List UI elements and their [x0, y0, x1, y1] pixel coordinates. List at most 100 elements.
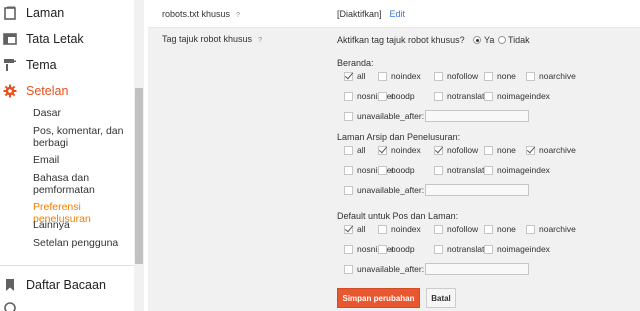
robot-header-tags-panel: Tag tajuk robot khusus? Aktifkan tag taj… — [148, 28, 640, 311]
paint-roller-icon — [4, 59, 16, 71]
checkbox-label: nofollow — [447, 71, 479, 81]
checkbox-none[interactable] — [484, 225, 493, 234]
robot-tags-label: Tag tajuk robot khusus? — [162, 34, 262, 44]
checkbox-label: noindex — [391, 71, 421, 81]
section-title: Laman Arsip dan Penelusuran: — [337, 132, 461, 142]
robots-txt-edit-link[interactable]: Edit — [390, 9, 406, 19]
checkbox-label: noodp — [391, 165, 415, 175]
robots-txt-label-text: robots.txt khusus — [162, 9, 231, 19]
checkbox-noimageindex[interactable] — [484, 166, 493, 175]
checkbox-noindex[interactable] — [378, 72, 387, 81]
circle-icon — [4, 302, 16, 311]
save-button[interactable]: Simpan perubahan — [337, 288, 420, 308]
sub-item-email[interactable]: Email — [33, 154, 133, 166]
checkbox-noindex[interactable] — [378, 146, 387, 155]
nav-item-setelan[interactable]: Setelan — [0, 78, 134, 104]
checkbox-noodp[interactable] — [378, 166, 387, 175]
checkbox-notranslate[interactable] — [434, 245, 443, 254]
checkbox-label: unavailable_after: — [357, 111, 425, 121]
checkbox-noarchive[interactable] — [526, 146, 535, 155]
checkbox-label: noimageindex — [497, 91, 550, 101]
nav-item-label: Daftar Bacaan — [26, 278, 106, 292]
checkbox-label: all — [357, 224, 366, 234]
checkbox-label: nofollow — [447, 224, 479, 234]
checkbox-nosnippet[interactable] — [344, 166, 353, 175]
checkbox-label: none — [497, 145, 516, 155]
radio-no-label: Tidak — [508, 35, 530, 45]
help-icon[interactable]: ? — [258, 37, 262, 44]
checkbox-noimageindex[interactable] — [484, 245, 493, 254]
sidebar: Laman Tata Letak Tema Setelan Dasar Pos,… — [0, 0, 148, 311]
radio-yes[interactable] — [473, 36, 481, 44]
checkbox-notranslate[interactable] — [434, 92, 443, 101]
checkbox-noimageindex[interactable] — [484, 92, 493, 101]
checkbox-label: none — [497, 224, 516, 234]
pages-icon — [4, 6, 16, 20]
checkbox-nofollow[interactable] — [434, 72, 443, 81]
checkbox-label: nosnippet — [357, 165, 394, 175]
sub-item-lainnya[interactable]: Lainnya — [33, 219, 133, 231]
checkbox-label: noimageindex — [497, 244, 550, 254]
main-content: robots.txt khusus? [Diaktifkan] Edit Tag … — [148, 0, 640, 311]
checkbox-label: noimageindex — [497, 165, 550, 175]
nav-item-laman[interactable]: Laman — [0, 0, 134, 26]
checkbox-noodp[interactable] — [378, 92, 387, 101]
unavailable-after-input[interactable] — [425, 184, 529, 196]
checkbox-label: noodp — [391, 91, 415, 101]
checkbox-noindex[interactable] — [378, 225, 387, 234]
radio-yes-label: Ya — [484, 35, 495, 45]
checkbox-label: all — [357, 145, 366, 155]
checkbox-unavailableafter[interactable] — [344, 186, 353, 195]
checkbox-label: noodp — [391, 244, 415, 254]
checkbox-unavailableafter[interactable] — [344, 112, 353, 121]
sub-item-pos-komentar[interactable]: Pos, komentar, dan berbagi — [33, 125, 133, 149]
checkbox-noarchive[interactable] — [526, 225, 535, 234]
checkbox-all[interactable] — [344, 225, 353, 234]
checkbox-all[interactable] — [344, 72, 353, 81]
checkbox-nosnippet[interactable] — [344, 92, 353, 101]
checkbox-nofollow[interactable] — [434, 146, 443, 155]
nav-item-label: Setelan — [26, 84, 69, 98]
enable-question: Aktifkan tag tajuk robot khusus? — [337, 35, 465, 45]
sub-item-dasar[interactable]: Dasar — [33, 107, 133, 119]
nav-item-label: Tema — [26, 58, 57, 72]
checkbox-none[interactable] — [484, 146, 493, 155]
checkbox-unavailableafter[interactable] — [344, 265, 353, 274]
checkbox-noarchive[interactable] — [526, 72, 535, 81]
checkbox-notranslate[interactable] — [434, 166, 443, 175]
robots-txt-value: [Diaktifkan] Edit — [337, 9, 405, 19]
unavailable-after-input[interactable] — [425, 110, 529, 122]
nav-item-next[interactable] — [0, 298, 134, 311]
sidebar-scrollbar-thumb[interactable] — [135, 88, 143, 264]
checkbox-label: noarchive — [539, 71, 576, 81]
nav-item-tema[interactable]: Tema — [0, 52, 134, 78]
section-title: Beranda: — [337, 58, 374, 68]
checkbox-none[interactable] — [484, 72, 493, 81]
radio-no[interactable] — [498, 36, 506, 44]
help-icon[interactable]: ? — [236, 12, 240, 19]
checkbox-label: noindex — [391, 224, 421, 234]
checkbox-label: unavailable_after: — [357, 185, 425, 195]
unavailable-after-input[interactable] — [425, 263, 529, 275]
checkbox-label: noarchive — [539, 145, 576, 155]
nav-item-label: Laman — [26, 6, 65, 20]
robots-txt-status: [Diaktifkan] — [337, 9, 382, 19]
checkbox-label: all — [357, 71, 366, 81]
robots-txt-row: robots.txt khusus? [Diaktifkan] Edit — [148, 0, 640, 28]
checkbox-label: noindex — [391, 145, 421, 155]
checkbox-nofollow[interactable] — [434, 225, 443, 234]
checkbox-nosnippet[interactable] — [344, 245, 353, 254]
nav-item-daftar-bacaan[interactable]: Daftar Bacaan — [0, 272, 134, 298]
robots-txt-label: robots.txt khusus? — [162, 9, 240, 19]
sub-item-setelan-pengguna[interactable]: Setelan pengguna — [33, 237, 133, 249]
checkbox-label: notranslate — [447, 91, 490, 101]
checkbox-label: unavailable_after: — [357, 264, 425, 274]
sub-item-bahasa[interactable]: Bahasa dan pemformatan — [33, 172, 133, 196]
sidebar-divider — [0, 265, 134, 266]
checkbox-noodp[interactable] — [378, 245, 387, 254]
gear-icon — [3, 84, 17, 98]
nav-item-tata-letak[interactable]: Tata Letak — [0, 26, 134, 52]
checkbox-all[interactable] — [344, 146, 353, 155]
checkbox-label: notranslate — [447, 165, 490, 175]
cancel-button[interactable]: Batal — [426, 288, 456, 308]
